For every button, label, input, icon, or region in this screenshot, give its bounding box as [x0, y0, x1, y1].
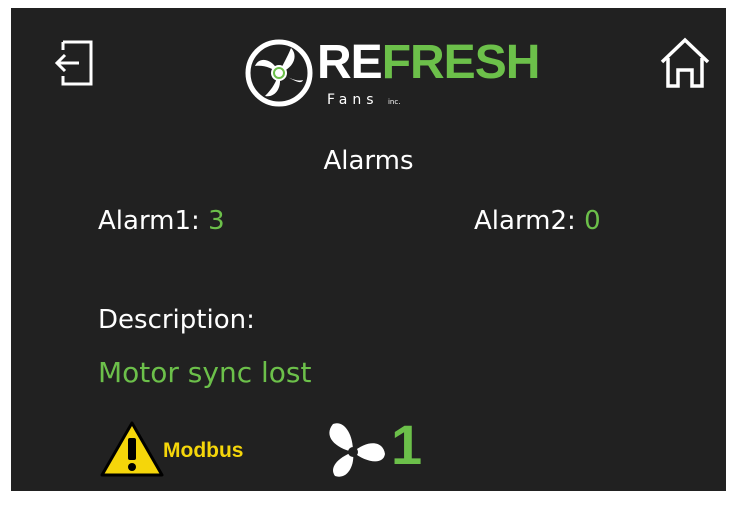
- logo-sub-fans: Fans: [327, 92, 379, 108]
- alarm1-value: 3: [208, 206, 225, 236]
- modbus-label: Modbus: [163, 439, 244, 462]
- exit-icon: [54, 40, 93, 86]
- logo-sub-inc: inc.: [387, 98, 401, 106]
- modbus-warning: Modbus: [99, 420, 269, 478]
- fan-icon: [329, 423, 385, 477]
- fan-indicator: 1: [317, 413, 437, 482]
- logo-subtitle: Fans inc.: [327, 92, 400, 108]
- exit-button[interactable]: [49, 36, 97, 90]
- logo-fan-icon: [245, 39, 313, 107]
- page-title: Alarms: [323, 146, 414, 176]
- alarm2-label: Alarm2:: [474, 206, 576, 236]
- logo-word-re: RE: [317, 36, 383, 89]
- description-value: Motor sync lost: [98, 356, 312, 389]
- home-icon: [660, 37, 710, 88]
- warning-icon: [100, 421, 164, 477]
- alarm1-label: Alarm1:: [98, 206, 200, 236]
- fan-number: 1: [391, 413, 423, 476]
- hmi-screen: REFRESH Fans inc. Alarms Alarm1: 3 Alarm…: [11, 8, 726, 491]
- home-button[interactable]: [658, 34, 712, 92]
- alarm2-value: 0: [584, 206, 601, 236]
- logo: REFRESH Fans inc.: [241, 32, 540, 118]
- alarm1-row: Alarm1: 3: [98, 206, 225, 236]
- description-label: Description:: [98, 305, 255, 335]
- logo-wordmark: REFRESH: [317, 36, 541, 90]
- alarm2-row: Alarm2: 0: [474, 206, 601, 236]
- logo-word-fresh: FRESH: [381, 36, 541, 89]
